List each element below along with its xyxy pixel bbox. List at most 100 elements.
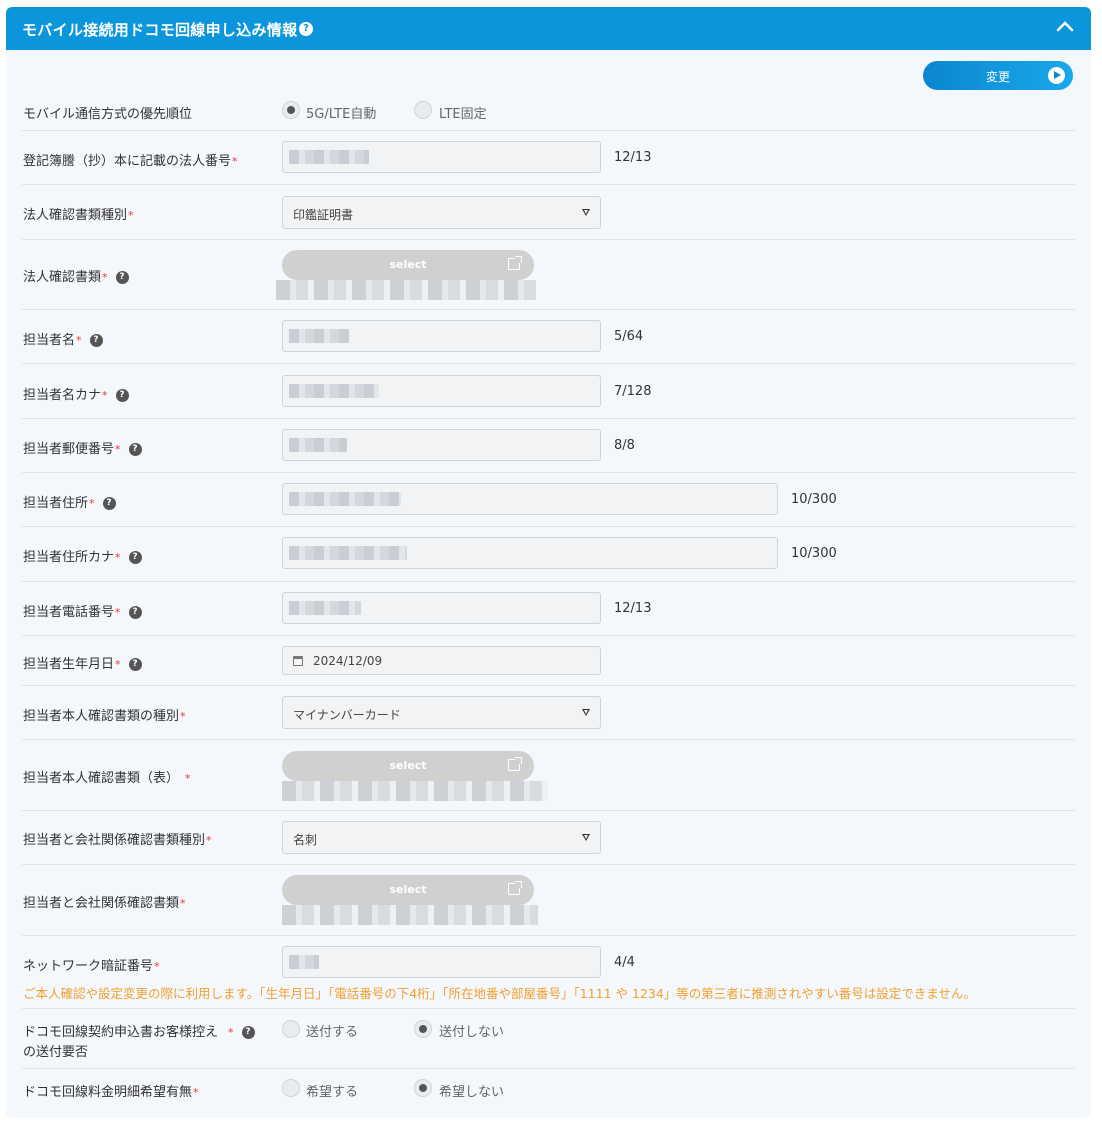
contact-zip-input[interactable] [282, 429, 601, 461]
contact-zip-label: 担当者郵便番号*? [23, 438, 142, 457]
help-icon[interactable]: ? [115, 271, 129, 284]
contact-id-type-label: 担当者本人確認書類の種別* [23, 709, 186, 724]
radio-5g-lte-auto[interactable] [282, 101, 300, 119]
corp-doc-select-button[interactable]: select [282, 250, 534, 280]
help-icon[interactable]: ? [128, 658, 142, 671]
docomo-application-panel: モバイル接続用ドコモ回線申し込み情報 ? 変更 モバイル通信方式の優先順位 5G… [6, 7, 1091, 1118]
select-label: select [389, 759, 427, 772]
contact-birthdate-label: 担当者生年月日*? [23, 653, 142, 672]
help-icon[interactable]: ? [241, 1026, 255, 1039]
divider [22, 526, 1075, 527]
divider [22, 935, 1075, 936]
radio-no-send-label: 送付しない [439, 1025, 505, 1040]
radio-no-want[interactable] [414, 1079, 432, 1097]
radio-no-send[interactable] [414, 1020, 432, 1038]
corp-doc-filename [276, 280, 536, 300]
panel-header[interactable]: モバイル接続用ドコモ回線申し込み情報 ? [6, 7, 1091, 50]
help-icon[interactable]: ? [128, 551, 142, 564]
network-pin-counter: 4/4 [614, 955, 635, 970]
contact-zip-counter: 8/8 [614, 438, 635, 453]
divider [22, 130, 1075, 131]
divider [22, 739, 1075, 740]
contact-name-counter: 5/64 [614, 329, 644, 344]
contact-phone-counter: 12/13 [614, 601, 652, 616]
network-pin-note: ご本人確認や設定変更の際に利用します。「生年月日」「電話番号の下4桁」「所在地番… [23, 986, 976, 1001]
contact-id-front-filename [282, 781, 548, 801]
contact-address-kana-label: 担当者住所カナ*? [23, 546, 142, 565]
radio-lte-fixed-label: LTE固定 [439, 107, 487, 122]
radio-send-label: 送付する [306, 1025, 359, 1040]
masked-value [289, 438, 347, 452]
contact-address-counter: 10/300 [791, 492, 837, 507]
contact-phone-input[interactable] [282, 592, 601, 624]
masked-value [289, 492, 401, 506]
help-icon[interactable]: ? [128, 606, 142, 619]
mobile-priority-label: モバイル通信方式の優先順位 [23, 107, 193, 122]
change-button[interactable]: 変更 [923, 61, 1073, 90]
contact-kana-input[interactable] [282, 375, 601, 407]
birthdate-value: 2024/12/09 [313, 654, 383, 668]
divider [22, 685, 1075, 686]
panel-title: モバイル接続用ドコモ回線申し込み情報 [22, 21, 298, 39]
external-link-icon [508, 256, 522, 270]
help-icon[interactable]: ? [102, 497, 116, 510]
contact-kana-counter: 7/128 [614, 384, 652, 399]
contact-address-input[interactable] [282, 483, 778, 515]
contact-birthdate-input[interactable]: 2024/12/09 [282, 646, 601, 675]
relation-doc-select-button[interactable]: select [282, 875, 534, 905]
help-icon[interactable]: ? [89, 334, 103, 347]
network-pin-label: ネットワーク暗証番号* [23, 959, 160, 974]
masked-value [289, 150, 369, 164]
relation-doc-type-select[interactable]: 名刺 [282, 821, 601, 854]
corp-number-label: 登記簿謄（抄）本に記載の法人番号* [23, 154, 238, 169]
radio-send[interactable] [282, 1020, 300, 1038]
corp-doc-type-select[interactable]: 印鑑証明書 [282, 196, 601, 229]
contact-address-kana-input[interactable] [282, 537, 778, 569]
help-icon[interactable]: ? [128, 443, 142, 456]
contact-name-input[interactable] [282, 320, 601, 352]
caret-down-icon [582, 209, 590, 216]
caret-down-icon [582, 709, 590, 716]
divider [22, 1008, 1075, 1009]
contact-kana-label: 担当者名カナ*? [23, 384, 129, 403]
corp-number-counter: 12/13 [614, 150, 652, 165]
contact-address-kana-counter: 10/300 [791, 546, 837, 561]
divider [22, 810, 1075, 811]
send-copy-label: ドコモ回線契約申込書お客様控え *? [23, 1021, 255, 1040]
relation-doc-label: 担当者と会社関係確認書類* [23, 896, 186, 911]
relation-doc-filename [282, 905, 538, 925]
corp-doc-type-value: 印鑑証明書 [293, 208, 354, 222]
detail-bill-label: ドコモ回線料金明細希望有無* [23, 1085, 199, 1100]
radio-5g-lte-auto-label: 5G/LTE自動 [306, 107, 377, 122]
masked-value [289, 329, 349, 343]
divider [22, 239, 1075, 240]
contact-id-type-select[interactable]: マイナンバーカード [282, 696, 601, 729]
divider [22, 1068, 1075, 1069]
masked-value [289, 955, 319, 969]
select-label: select [389, 258, 427, 271]
relation-doc-type-value: 名刺 [293, 833, 318, 847]
radio-lte-fixed[interactable] [414, 101, 432, 119]
masked-value [289, 601, 361, 615]
masked-value [289, 384, 379, 398]
chevron-up-icon[interactable] [1055, 17, 1075, 37]
corp-doc-label: 法人確認書類*? [23, 266, 129, 285]
divider [22, 864, 1075, 865]
network-pin-input[interactable] [282, 946, 601, 978]
radio-want-label: 希望する [306, 1085, 359, 1100]
divider [22, 309, 1075, 310]
external-link-icon [508, 881, 522, 895]
contact-phone-label: 担当者電話番号*? [23, 601, 142, 620]
help-icon[interactable]: ? [299, 22, 313, 36]
corp-number-input[interactable] [282, 141, 601, 173]
relation-doc-type-label: 担当者と会社関係確認書類種別* [23, 833, 212, 848]
contact-id-type-value: マイナンバーカード [293, 708, 401, 722]
corp-doc-type-label: 法人確認書類種別* [23, 208, 134, 223]
divider [22, 472, 1075, 473]
contact-name-label: 担当者名*? [23, 329, 103, 348]
contact-id-front-select-button[interactable]: select [282, 751, 534, 781]
radio-want[interactable] [282, 1079, 300, 1097]
calendar-icon [293, 656, 303, 666]
masked-value [289, 546, 407, 560]
help-icon[interactable]: ? [115, 389, 129, 402]
